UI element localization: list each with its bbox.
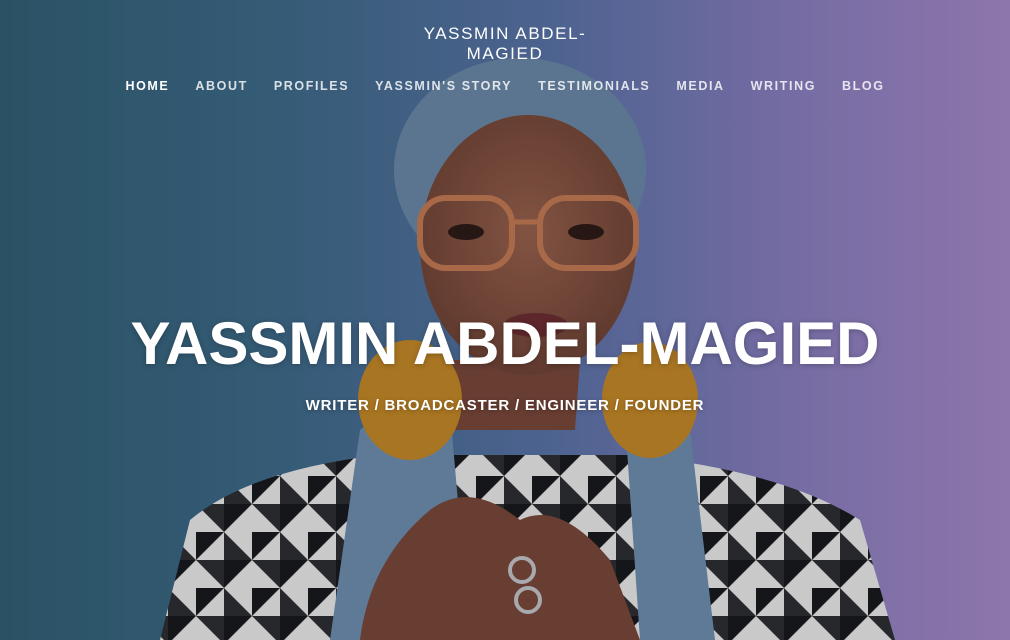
nav-item-media[interactable]: MEDIA (676, 78, 724, 94)
nav-item-about[interactable]: ABOUT (195, 78, 247, 94)
site-title[interactable]: YASSMIN ABDEL- MAGIED (405, 24, 605, 64)
nav-item-home[interactable]: HOME (125, 78, 169, 94)
nav-item-yassmins-story[interactable]: YASSMIN'S STORY (375, 78, 512, 94)
hero-section: YASSMIN ABDEL- MAGIED HOME ABOUT PROFILE… (0, 0, 1010, 640)
hero-subtitle: WRITER / BROADCASTER / ENGINEER / FOUNDE… (305, 397, 705, 414)
nav-item-blog[interactable]: BLOG (842, 78, 885, 94)
nav-item-writing[interactable]: WRITING (751, 78, 816, 94)
nav-item-profiles[interactable]: PROFILES (274, 78, 349, 94)
main-navigation: HOME ABOUT PROFILES YASSMIN'S STORY TEST… (0, 78, 1010, 94)
nav-item-testimonials[interactable]: TESTIMONIALS (538, 78, 650, 94)
hero-heading: YASSMIN ABDEL-MAGIED (130, 310, 880, 377)
